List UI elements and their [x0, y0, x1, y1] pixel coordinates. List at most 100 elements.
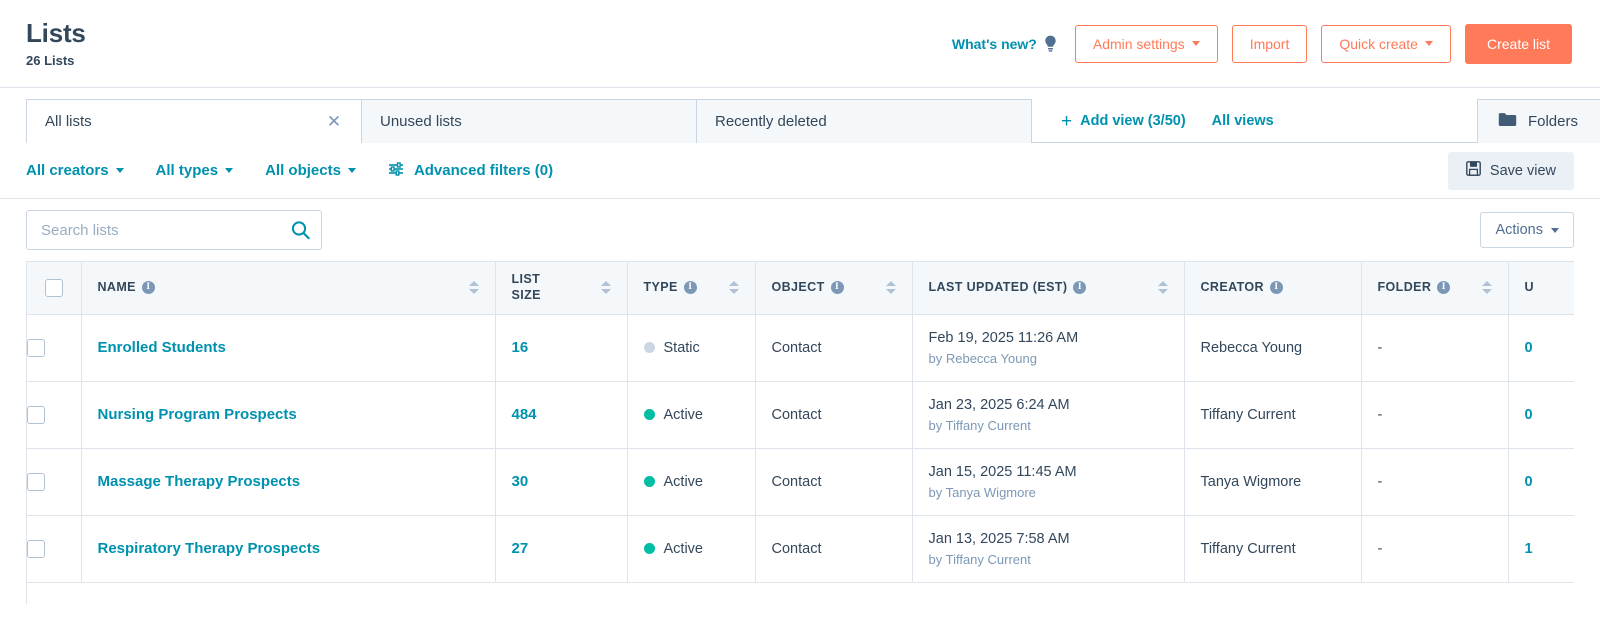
admin-settings-label: Admin settings	[1092, 35, 1185, 52]
column-header-used-in[interactable]: U	[1508, 262, 1574, 315]
sort-toggle-last-updated[interactable]	[1157, 281, 1168, 295]
info-icon[interactable]: i	[830, 281, 844, 295]
row-checkbox[interactable]	[27, 405, 45, 424]
last-updated-timestamp: Jan 13, 2025 7:58 AM	[928, 530, 1070, 547]
folder-label: -	[1377, 406, 1383, 423]
list-count-subtitle: 26 Lists	[26, 52, 75, 68]
view-tabs-bar: All lists ✕ Unused lists Recently delete…	[0, 88, 1600, 144]
status-dot-icon	[643, 409, 655, 420]
select-all-checkbox[interactable]	[44, 278, 63, 297]
list-name-link[interactable]: Massage Therapy Prospects	[98, 473, 301, 490]
page-header: Lists 26 Lists What's new? Admin setting…	[0, 0, 1600, 88]
add-view-button[interactable]: + Add view (3/50)	[1061, 112, 1186, 131]
search-icon[interactable]	[291, 221, 310, 240]
search-wrapper	[26, 210, 322, 250]
object-label: Contact	[771, 339, 822, 356]
cell-folder: -	[1361, 515, 1509, 583]
used-in-count[interactable]: 0	[1525, 340, 1533, 356]
column-header-list-size[interactable]: LIST SIZE	[495, 262, 628, 315]
cell-last-updated: Jan 15, 2025 11:45 AM by Tanya Wigmore	[912, 448, 1185, 516]
sort-toggle-name[interactable]	[468, 281, 479, 295]
sort-toggle-list-size[interactable]	[600, 281, 611, 295]
chevron-down-icon	[347, 168, 356, 173]
row-checkbox[interactable]	[27, 338, 45, 357]
list-name-link[interactable]: Nursing Program Prospects	[98, 406, 297, 423]
row-checkbox[interactable]	[27, 472, 45, 491]
all-objects-dropdown[interactable]: All objects	[265, 162, 356, 179]
whats-new-link[interactable]: What's new?	[952, 35, 1057, 52]
info-icon[interactable]: i	[141, 281, 155, 295]
used-in-count[interactable]: 0	[1525, 474, 1533, 490]
sort-toggle-folder[interactable]	[1481, 281, 1492, 295]
chevron-down-icon	[225, 168, 234, 173]
table-body: Enrolled Students 16 Static Contact Feb 19, …	[27, 314, 1574, 583]
column-header-name-label: NAME	[97, 279, 136, 294]
info-icon[interactable]: i	[1269, 281, 1283, 295]
table-row[interactable]: Enrolled Students 16 Static Contact Feb 19, …	[27, 314, 1574, 382]
create-list-button[interactable]: Create list	[1464, 23, 1572, 64]
all-types-dropdown[interactable]: All types	[156, 162, 234, 179]
plus-icon: +	[1061, 110, 1073, 132]
creator-label: Tanya Wigmore	[1200, 473, 1302, 490]
sort-toggle-object[interactable]	[885, 281, 896, 295]
folders-tab[interactable]: Folders	[1476, 99, 1600, 143]
column-header-name[interactable]: NAME i	[81, 262, 496, 315]
tab-unused-lists[interactable]: Unused lists	[361, 99, 697, 143]
column-header-folder[interactable]: FOLDER i	[1361, 262, 1509, 315]
cell-name: Enrolled Students	[81, 314, 496, 382]
all-views-link[interactable]: All views	[1212, 113, 1274, 129]
info-icon[interactable]: i	[683, 281, 697, 295]
info-icon[interactable]: i	[1073, 281, 1087, 295]
view-tab-links: + Add view (3/50) All views	[1039, 99, 1296, 143]
used-in-count[interactable]: 1	[1525, 541, 1533, 557]
folder-label: -	[1377, 339, 1383, 356]
list-size-link[interactable]: 16	[512, 339, 529, 356]
cell-object: Contact	[755, 314, 913, 382]
list-size-link[interactable]: 484	[512, 406, 537, 423]
table-row[interactable]: Respiratory Therapy Prospects 27 Active Con…	[27, 515, 1574, 583]
table-row[interactable]: Nursing Program Prospects 484 Active Contac…	[27, 381, 1574, 449]
cell-folder: -	[1361, 314, 1509, 382]
select-all-header	[27, 262, 82, 315]
close-icon[interactable]: ✕	[325, 113, 343, 130]
list-name-link[interactable]: Respiratory Therapy Prospects	[98, 540, 321, 557]
type-label: Active	[663, 473, 704, 490]
list-name-link[interactable]: Enrolled Students	[98, 339, 226, 356]
quick-create-button[interactable]: Quick create	[1321, 24, 1451, 63]
whats-new-label: What's new?	[951, 35, 1037, 52]
status-dot-icon	[643, 342, 655, 353]
import-button[interactable]: Import	[1231, 24, 1308, 63]
admin-settings-button[interactable]: Admin settings	[1074, 24, 1218, 63]
creator-label: Rebecca Young	[1200, 339, 1303, 356]
cell-type: Active	[627, 448, 756, 516]
last-updated-timestamp: Jan 15, 2025 11:45 AM	[928, 463, 1077, 480]
sort-toggle-type[interactable]	[728, 281, 739, 295]
last-updated-by: by Tanya Wigmore	[928, 485, 1036, 501]
column-header-object-label: OBJECT	[771, 279, 825, 294]
list-size-link[interactable]: 30	[512, 473, 529, 490]
column-header-creator[interactable]: CREATOR i	[1184, 262, 1362, 315]
last-updated-timestamp: Feb 19, 2025 11:26 AM	[928, 329, 1079, 346]
column-header-creator-label: CREATOR	[1200, 279, 1264, 294]
tab-recently-deleted[interactable]: Recently deleted	[696, 99, 1032, 143]
last-updated-by: by Rebecca Young	[928, 351, 1037, 367]
search-input[interactable]	[26, 210, 322, 250]
cell-type: Static	[627, 314, 756, 382]
create-list-label: Create list	[1486, 35, 1550, 52]
list-size-link[interactable]: 27	[512, 540, 529, 557]
cell-list-size: 484	[495, 381, 628, 449]
info-icon[interactable]: i	[1437, 281, 1451, 295]
column-header-type[interactable]: TYPE i	[627, 262, 756, 315]
all-creators-dropdown[interactable]: All creators	[26, 162, 124, 179]
column-header-last-updated[interactable]: LAST UPDATED (EST) i	[912, 262, 1185, 315]
actions-button[interactable]: Actions	[1480, 212, 1574, 248]
header-actions: What's new? Admin settings Import Quick …	[952, 23, 1572, 64]
used-in-count[interactable]: 0	[1525, 407, 1533, 423]
column-header-object[interactable]: OBJECT i	[755, 262, 913, 315]
advanced-filters-button[interactable]: Advanced filters (0)	[388, 161, 553, 180]
save-view-button[interactable]: Save view	[1447, 151, 1574, 190]
row-checkbox[interactable]	[27, 539, 45, 558]
cell-name: Massage Therapy Prospects	[81, 448, 496, 516]
tab-all-lists[interactable]: All lists ✕	[26, 99, 362, 144]
table-row[interactable]: Massage Therapy Prospects 30 Active Contact…	[27, 448, 1574, 516]
